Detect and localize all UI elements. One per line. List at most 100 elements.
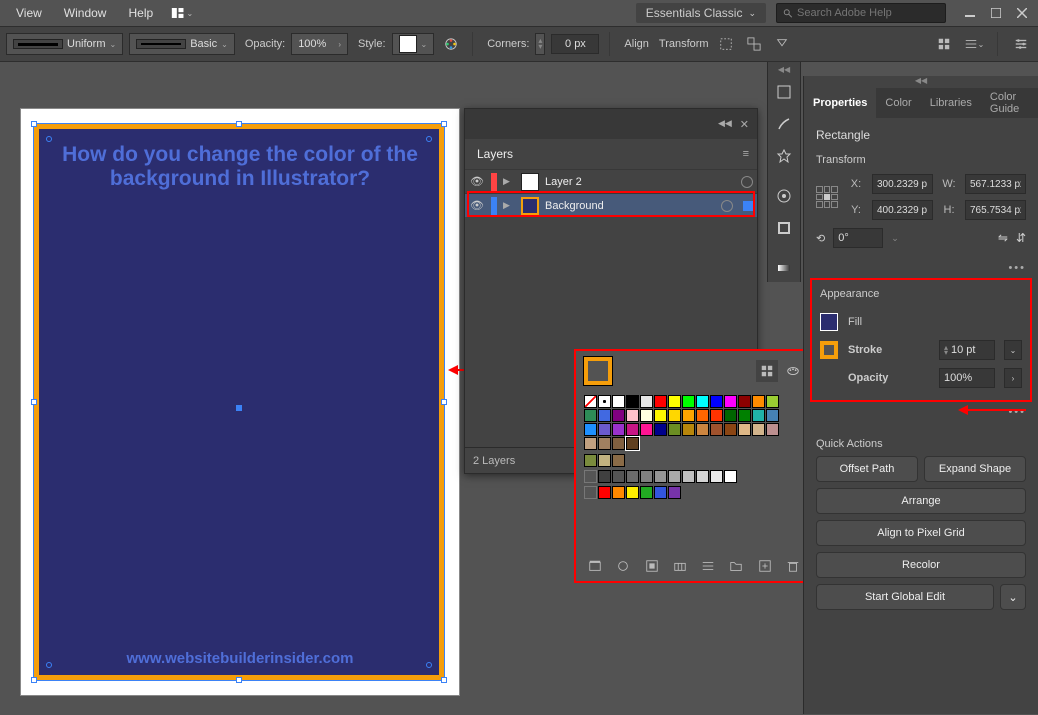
swatch[interactable] — [626, 395, 639, 408]
swatch[interactable] — [724, 395, 737, 408]
swatch[interactable] — [724, 423, 737, 436]
swatch[interactable] — [612, 423, 625, 436]
opacity-dropdown[interactable]: 100%› — [291, 33, 348, 55]
swatch-kind-icon[interactable] — [614, 555, 632, 577]
flip-h-icon[interactable]: ⇋ — [998, 231, 1008, 245]
swatch[interactable] — [626, 486, 639, 499]
layer-row[interactable]: 👁 ▶ Background — [465, 193, 757, 217]
dock-gradient-icon[interactable] — [768, 252, 800, 284]
layer-row[interactable]: 👁 ▶ Layer 2 — [465, 169, 757, 193]
props-collapse[interactable]: ◀◀ — [804, 76, 1038, 88]
visibility-toggle[interactable]: 👁 — [469, 175, 485, 188]
expand-layer-icon[interactable]: ▶ — [503, 200, 515, 211]
swatch[interactable] — [766, 423, 779, 436]
tab-color[interactable]: Color — [876, 88, 920, 118]
swatch[interactable] — [738, 395, 751, 408]
swatch[interactable] — [584, 423, 597, 436]
swatch[interactable] — [612, 486, 625, 499]
graphic-style-dropdown[interactable]: ⌄ — [392, 33, 435, 55]
visibility-toggle[interactable]: 👁 — [469, 199, 485, 212]
corners-input[interactable] — [551, 34, 599, 54]
qa-global-edit[interactable]: Start Global Edit — [816, 584, 994, 610]
swatch[interactable] — [668, 470, 681, 483]
align-label[interactable]: Align — [624, 38, 648, 50]
swatch[interactable] — [612, 454, 625, 467]
swatch[interactable] — [598, 409, 611, 422]
swatch[interactable] — [598, 470, 611, 483]
swatch-view-icon[interactable] — [756, 360, 778, 382]
layer-name[interactable]: Background — [545, 200, 715, 212]
swatch[interactable] — [752, 395, 765, 408]
opacity-input-prop[interactable]: 100% — [939, 368, 995, 388]
swatch[interactable] — [654, 395, 667, 408]
swatch[interactable] — [612, 437, 625, 450]
swatch[interactable] — [598, 454, 611, 467]
grid-icon[interactable] — [933, 33, 955, 55]
swatch[interactable] — [766, 409, 779, 422]
swatch[interactable] — [612, 409, 625, 422]
swatch[interactable] — [626, 423, 639, 436]
dock-color-icon[interactable] — [768, 180, 800, 212]
qa-recolor[interactable]: Recolor — [816, 552, 1026, 578]
swatch[interactable] — [584, 409, 597, 422]
dock-libraries-icon[interactable] — [768, 76, 800, 108]
swatch[interactable] — [654, 409, 667, 422]
maximize-button[interactable] — [986, 5, 1006, 21]
menu-view[interactable]: View — [6, 2, 52, 24]
swatch[interactable] — [584, 395, 597, 408]
swatch[interactable] — [738, 409, 751, 422]
align-to-icon[interactable] — [771, 33, 793, 55]
swatch[interactable] — [710, 409, 723, 422]
swatch[interactable] — [654, 470, 667, 483]
target-icon[interactable] — [721, 200, 733, 212]
swatch[interactable] — [710, 395, 723, 408]
swatch[interactable] — [710, 423, 723, 436]
prefs-icon[interactable] — [1010, 33, 1032, 55]
swatch[interactable] — [640, 395, 653, 408]
arrange-docs-icon[interactable]: ⌄ — [171, 2, 193, 24]
transform-y[interactable] — [872, 200, 933, 220]
swatch[interactable] — [626, 409, 639, 422]
layers-tab[interactable]: Layers — [465, 141, 525, 167]
swatch[interactable] — [668, 409, 681, 422]
swatch[interactable] — [766, 395, 779, 408]
tab-libraries[interactable]: Libraries — [921, 88, 981, 118]
swatch[interactable] — [640, 470, 653, 483]
swatch[interactable] — [724, 409, 737, 422]
transform-w[interactable] — [965, 174, 1026, 194]
layers-panel-header[interactable]: ◀◀ ✕ — [465, 109, 757, 139]
panel-menu-icon[interactable]: ≡ — [735, 148, 757, 160]
reference-point-icon[interactable] — [816, 186, 838, 208]
menu-window[interactable]: Window — [54, 2, 117, 24]
dock-collapse[interactable]: ◀◀ — [768, 62, 800, 76]
swatch[interactable] — [584, 454, 597, 467]
swatch[interactable] — [612, 470, 625, 483]
swatch[interactable] — [668, 486, 681, 499]
snap-icon[interactable]: ⌄ — [963, 33, 985, 55]
swatch[interactable] — [598, 395, 611, 408]
menu-help[interactable]: Help — [118, 2, 163, 24]
swatch[interactable] — [752, 423, 765, 436]
flip-v-icon[interactable]: ⇵ — [1016, 231, 1026, 245]
new-swatch-icon[interactable] — [756, 555, 774, 577]
swatch[interactable] — [612, 395, 625, 408]
swatch-libraries-icon[interactable] — [586, 555, 604, 577]
recolor-artwork-icon[interactable] — [440, 33, 462, 55]
new-folder-icon[interactable] — [727, 555, 745, 577]
search-input[interactable] — [797, 7, 939, 19]
swatch[interactable] — [598, 486, 611, 499]
color-mixer-icon[interactable] — [782, 360, 804, 382]
swatch[interactable] — [626, 470, 639, 483]
opacity-more[interactable]: › — [1004, 368, 1022, 388]
corners-stepper[interactable]: ▴▾ — [535, 33, 545, 55]
brush-definition-dropdown[interactable]: Basic ⌄ — [129, 33, 235, 55]
swatch[interactable] — [696, 423, 709, 436]
expand-layer-icon[interactable]: ▶ — [503, 176, 515, 187]
swatch[interactable] — [654, 423, 667, 436]
transform-h[interactable] — [965, 200, 1026, 220]
isolate-icon[interactable] — [715, 33, 737, 55]
swatch[interactable] — [668, 395, 681, 408]
swatch-folder[interactable] — [584, 470, 597, 483]
swatch[interactable] — [696, 470, 709, 483]
active-stroke-swatch[interactable] — [584, 357, 612, 385]
